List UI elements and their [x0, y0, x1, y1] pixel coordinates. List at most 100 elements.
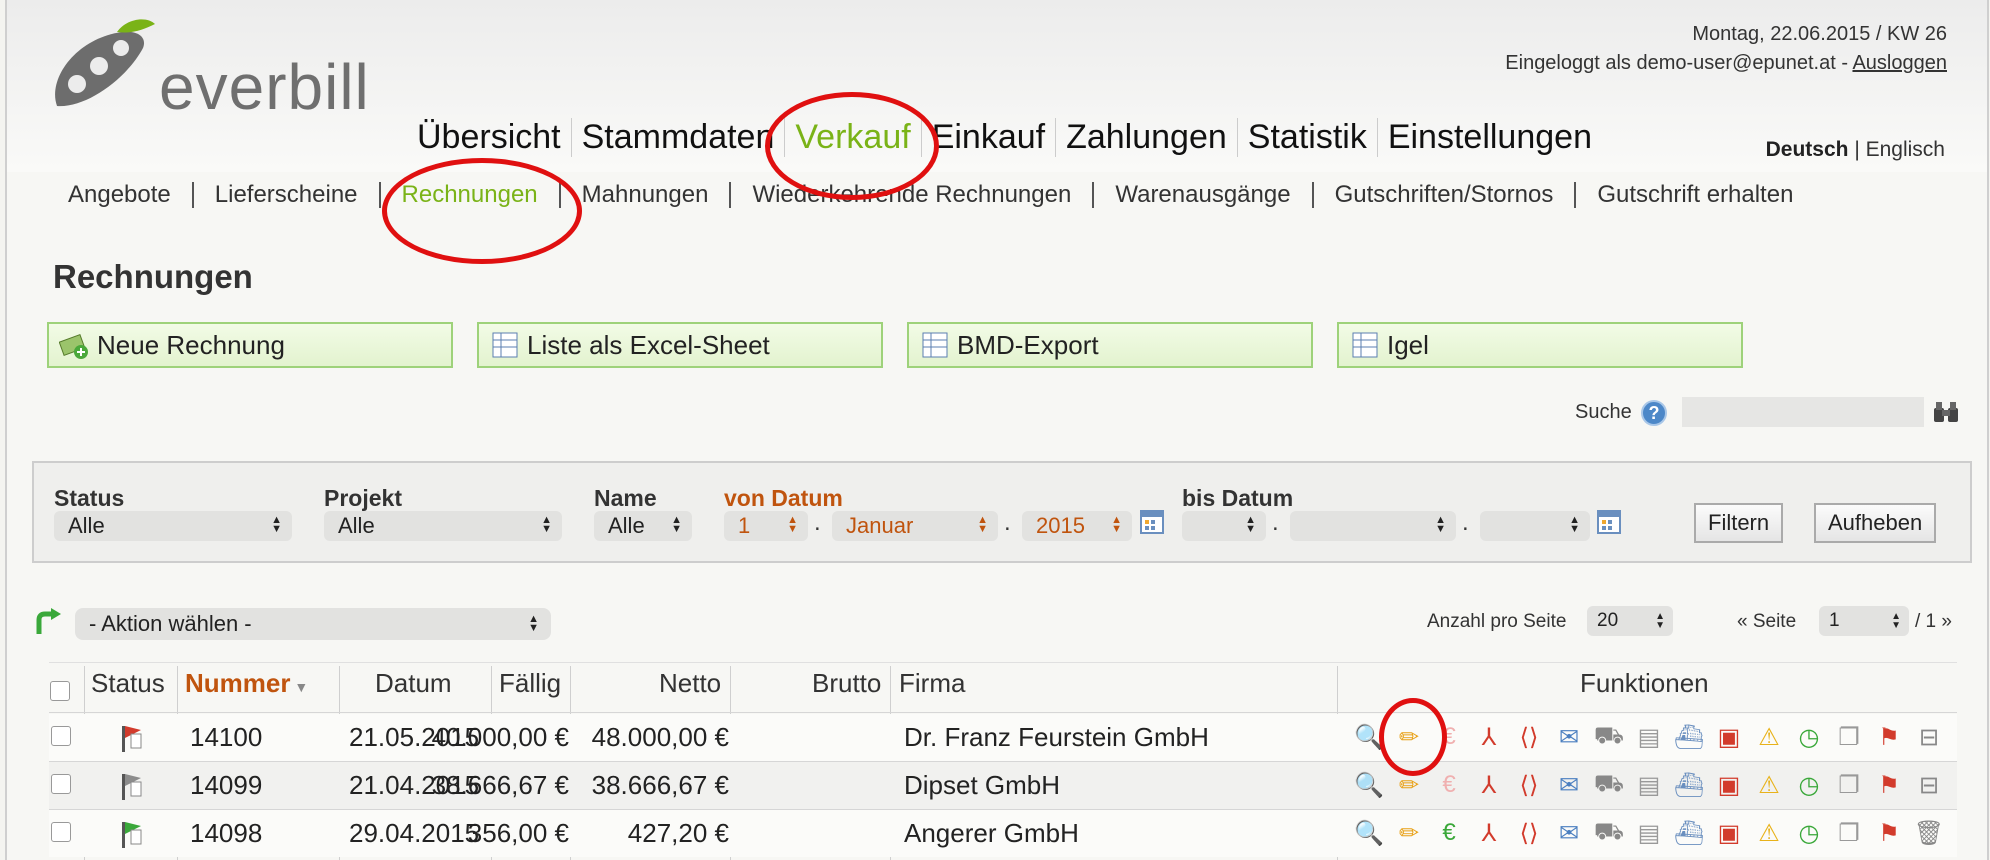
- table-row[interactable]: 14100 21.05.2015 40.000,00 € 48.000,00 €…: [49, 714, 1957, 761]
- subnav-wiederkehrende[interactable]: Wiederkehrende Rechnungen: [731, 182, 1095, 208]
- nav-uebersicht[interactable]: Übersicht: [407, 118, 572, 157]
- header-datum[interactable]: Datum: [375, 668, 452, 699]
- pencil-icon[interactable]: ✏: [1389, 768, 1429, 802]
- projekt-select[interactable]: Alle ▲ ▼: [324, 511, 562, 541]
- nav-verkauf[interactable]: Verkauf: [785, 118, 922, 157]
- magnifier-icon[interactable]: 🔍: [1349, 768, 1389, 802]
- warning-icon[interactable]: ⚠: [1749, 816, 1789, 850]
- lang-englisch[interactable]: Englisch: [1866, 138, 1945, 161]
- lang-deutsch[interactable]: Deutsch: [1766, 138, 1849, 161]
- document-icon[interactable]: ▤: [1629, 816, 1669, 850]
- name-select[interactable]: Alle ▲ ▼: [594, 511, 692, 541]
- flag-icon[interactable]: ⚑: [1869, 816, 1909, 850]
- subnav-angebote[interactable]: Angebote: [47, 182, 194, 208]
- excel-export-button[interactable]: Liste als Excel-Sheet: [477, 322, 883, 368]
- row-nummer[interactable]: 14100: [190, 722, 262, 753]
- flag-icon[interactable]: ⚑: [1869, 768, 1909, 802]
- header-netto[interactable]: Netto: [659, 668, 721, 699]
- document-icon[interactable]: ▤: [1629, 720, 1669, 754]
- von-month-select[interactable]: Januar ▲ ▼: [832, 511, 998, 541]
- nav-stammdaten[interactable]: Stammdaten: [572, 118, 786, 157]
- euro-icon[interactable]: €: [1429, 816, 1469, 850]
- von-day-select[interactable]: 1 ▲ ▼: [724, 511, 808, 541]
- status-select[interactable]: Alle ▲ ▼: [54, 511, 292, 541]
- xml-icon[interactable]: ⟨⟩: [1509, 768, 1549, 802]
- document-icon[interactable]: ▤: [1629, 768, 1669, 802]
- magnifier-icon[interactable]: 🔍: [1349, 816, 1389, 850]
- pdf-icon[interactable]: ⅄: [1469, 816, 1509, 850]
- reminder-icon[interactable]: ▣: [1709, 768, 1749, 802]
- cart-icon[interactable]: ⛟: [1589, 816, 1629, 850]
- reminder-icon[interactable]: ▣: [1709, 720, 1749, 754]
- row-checkbox[interactable]: [51, 774, 71, 794]
- xml-icon[interactable]: ⟨⟩: [1509, 816, 1549, 850]
- everbill-logo[interactable]: everbill: [47, 18, 369, 123]
- von-year-select[interactable]: 2015 ▲ ▼: [1022, 511, 1132, 541]
- nav-statistik[interactable]: Statistik: [1238, 118, 1378, 157]
- pencil-icon[interactable]: ✏: [1389, 720, 1429, 754]
- search-input[interactable]: [1682, 397, 1924, 427]
- mail-icon[interactable]: ✉: [1549, 768, 1589, 802]
- archive-icon[interactable]: ⊟: [1909, 768, 1949, 802]
- igel-button[interactable]: Igel: [1337, 322, 1743, 368]
- subnav-gutschrift-erhalten[interactable]: Gutschrift erhalten: [1576, 182, 1814, 208]
- row-checkbox[interactable]: [51, 822, 71, 842]
- ship-icon[interactable]: ⛴: [1669, 720, 1709, 754]
- filter-button[interactable]: Filtern: [1694, 503, 1784, 543]
- xml-icon[interactable]: ⟨⟩: [1509, 720, 1549, 754]
- logout-link[interactable]: Ausloggen: [1852, 52, 1947, 74]
- subnav-mahnungen[interactable]: Mahnungen: [561, 182, 732, 208]
- nav-einstellungen[interactable]: Einstellungen: [1378, 118, 1602, 157]
- ship-icon[interactable]: ⛴: [1669, 768, 1709, 802]
- page-suffix[interactable]: / 1 »: [1915, 611, 1952, 633]
- mail-icon[interactable]: ✉: [1549, 816, 1589, 850]
- row-nummer[interactable]: 14099: [190, 770, 262, 801]
- clock-add-icon[interactable]: ◷: [1789, 816, 1829, 850]
- new-invoice-button[interactable]: Neue Rechnung: [47, 322, 453, 368]
- bis-day-select[interactable]: ▲ ▼: [1182, 511, 1266, 541]
- warning-icon[interactable]: ⚠: [1749, 768, 1789, 802]
- page-prefix[interactable]: « Seite: [1737, 611, 1796, 633]
- ship-icon[interactable]: ⛴: [1669, 816, 1709, 850]
- row-checkbox[interactable]: [51, 726, 71, 746]
- table-row[interactable]: 14098 29.04.2015 356,00 € 427,20 € Anger…: [49, 810, 1957, 857]
- cart-icon[interactable]: ⛟: [1589, 720, 1629, 754]
- subnav-lieferscheine[interactable]: Lieferscheine: [194, 182, 381, 208]
- bis-year-select[interactable]: ▲ ▼: [1480, 511, 1590, 541]
- mail-icon[interactable]: ✉: [1549, 720, 1589, 754]
- binoculars-icon[interactable]: [1932, 400, 1960, 424]
- subnav-warenausgaenge[interactable]: Warenausgänge: [1094, 182, 1314, 208]
- nav-zahlungen[interactable]: Zahlungen: [1056, 118, 1238, 157]
- clock-add-icon[interactable]: ◷: [1789, 720, 1829, 754]
- copy-icon[interactable]: ❐: [1829, 720, 1869, 754]
- action-select[interactable]: - Aktion wählen - ▲ ▼: [75, 608, 551, 640]
- flag-icon[interactable]: ⚑: [1869, 720, 1909, 754]
- clock-add-icon[interactable]: ◷: [1789, 768, 1829, 802]
- select-all-checkbox[interactable]: [50, 681, 70, 701]
- copy-icon[interactable]: ❐: [1829, 816, 1869, 850]
- bmd-export-button[interactable]: BMD-Export: [907, 322, 1313, 368]
- calendar-icon[interactable]: [1140, 510, 1164, 534]
- pdf-icon[interactable]: ⅄: [1469, 720, 1509, 754]
- copy-icon[interactable]: ❐: [1829, 768, 1869, 802]
- pencil-icon[interactable]: ✏: [1389, 816, 1429, 850]
- page-select[interactable]: 1 ▲ ▼: [1819, 606, 1909, 636]
- table-row[interactable]: 14099 21.04.2015 38.666,67 € 38.666,67 €…: [49, 762, 1957, 809]
- calendar-icon[interactable]: [1597, 510, 1621, 534]
- subnav-rechnungen[interactable]: Rechnungen: [381, 182, 561, 208]
- row-nummer[interactable]: 14098: [190, 818, 262, 849]
- header-nummer[interactable]: Nummer ▼: [185, 668, 308, 699]
- archive-icon[interactable]: ⊟: [1909, 720, 1949, 754]
- warning-icon[interactable]: ⚠: [1749, 720, 1789, 754]
- pdf-icon[interactable]: ⅄: [1469, 768, 1509, 802]
- magnifier-icon[interactable]: 🔍: [1349, 720, 1389, 754]
- nav-einkauf[interactable]: Einkauf: [922, 118, 1057, 157]
- header-faellig[interactable]: Fällig: [499, 668, 561, 699]
- subnav-gutschriften[interactable]: Gutschriften/Stornos: [1314, 182, 1577, 208]
- trash-icon[interactable]: 🗑: [1909, 816, 1949, 850]
- reminder-icon[interactable]: ▣: [1709, 816, 1749, 850]
- euro-icon[interactable]: €: [1429, 720, 1469, 754]
- reset-filter-button[interactable]: Aufheben: [1814, 503, 1937, 543]
- header-firma[interactable]: Firma: [899, 668, 965, 699]
- header-brutto[interactable]: Brutto: [812, 668, 881, 699]
